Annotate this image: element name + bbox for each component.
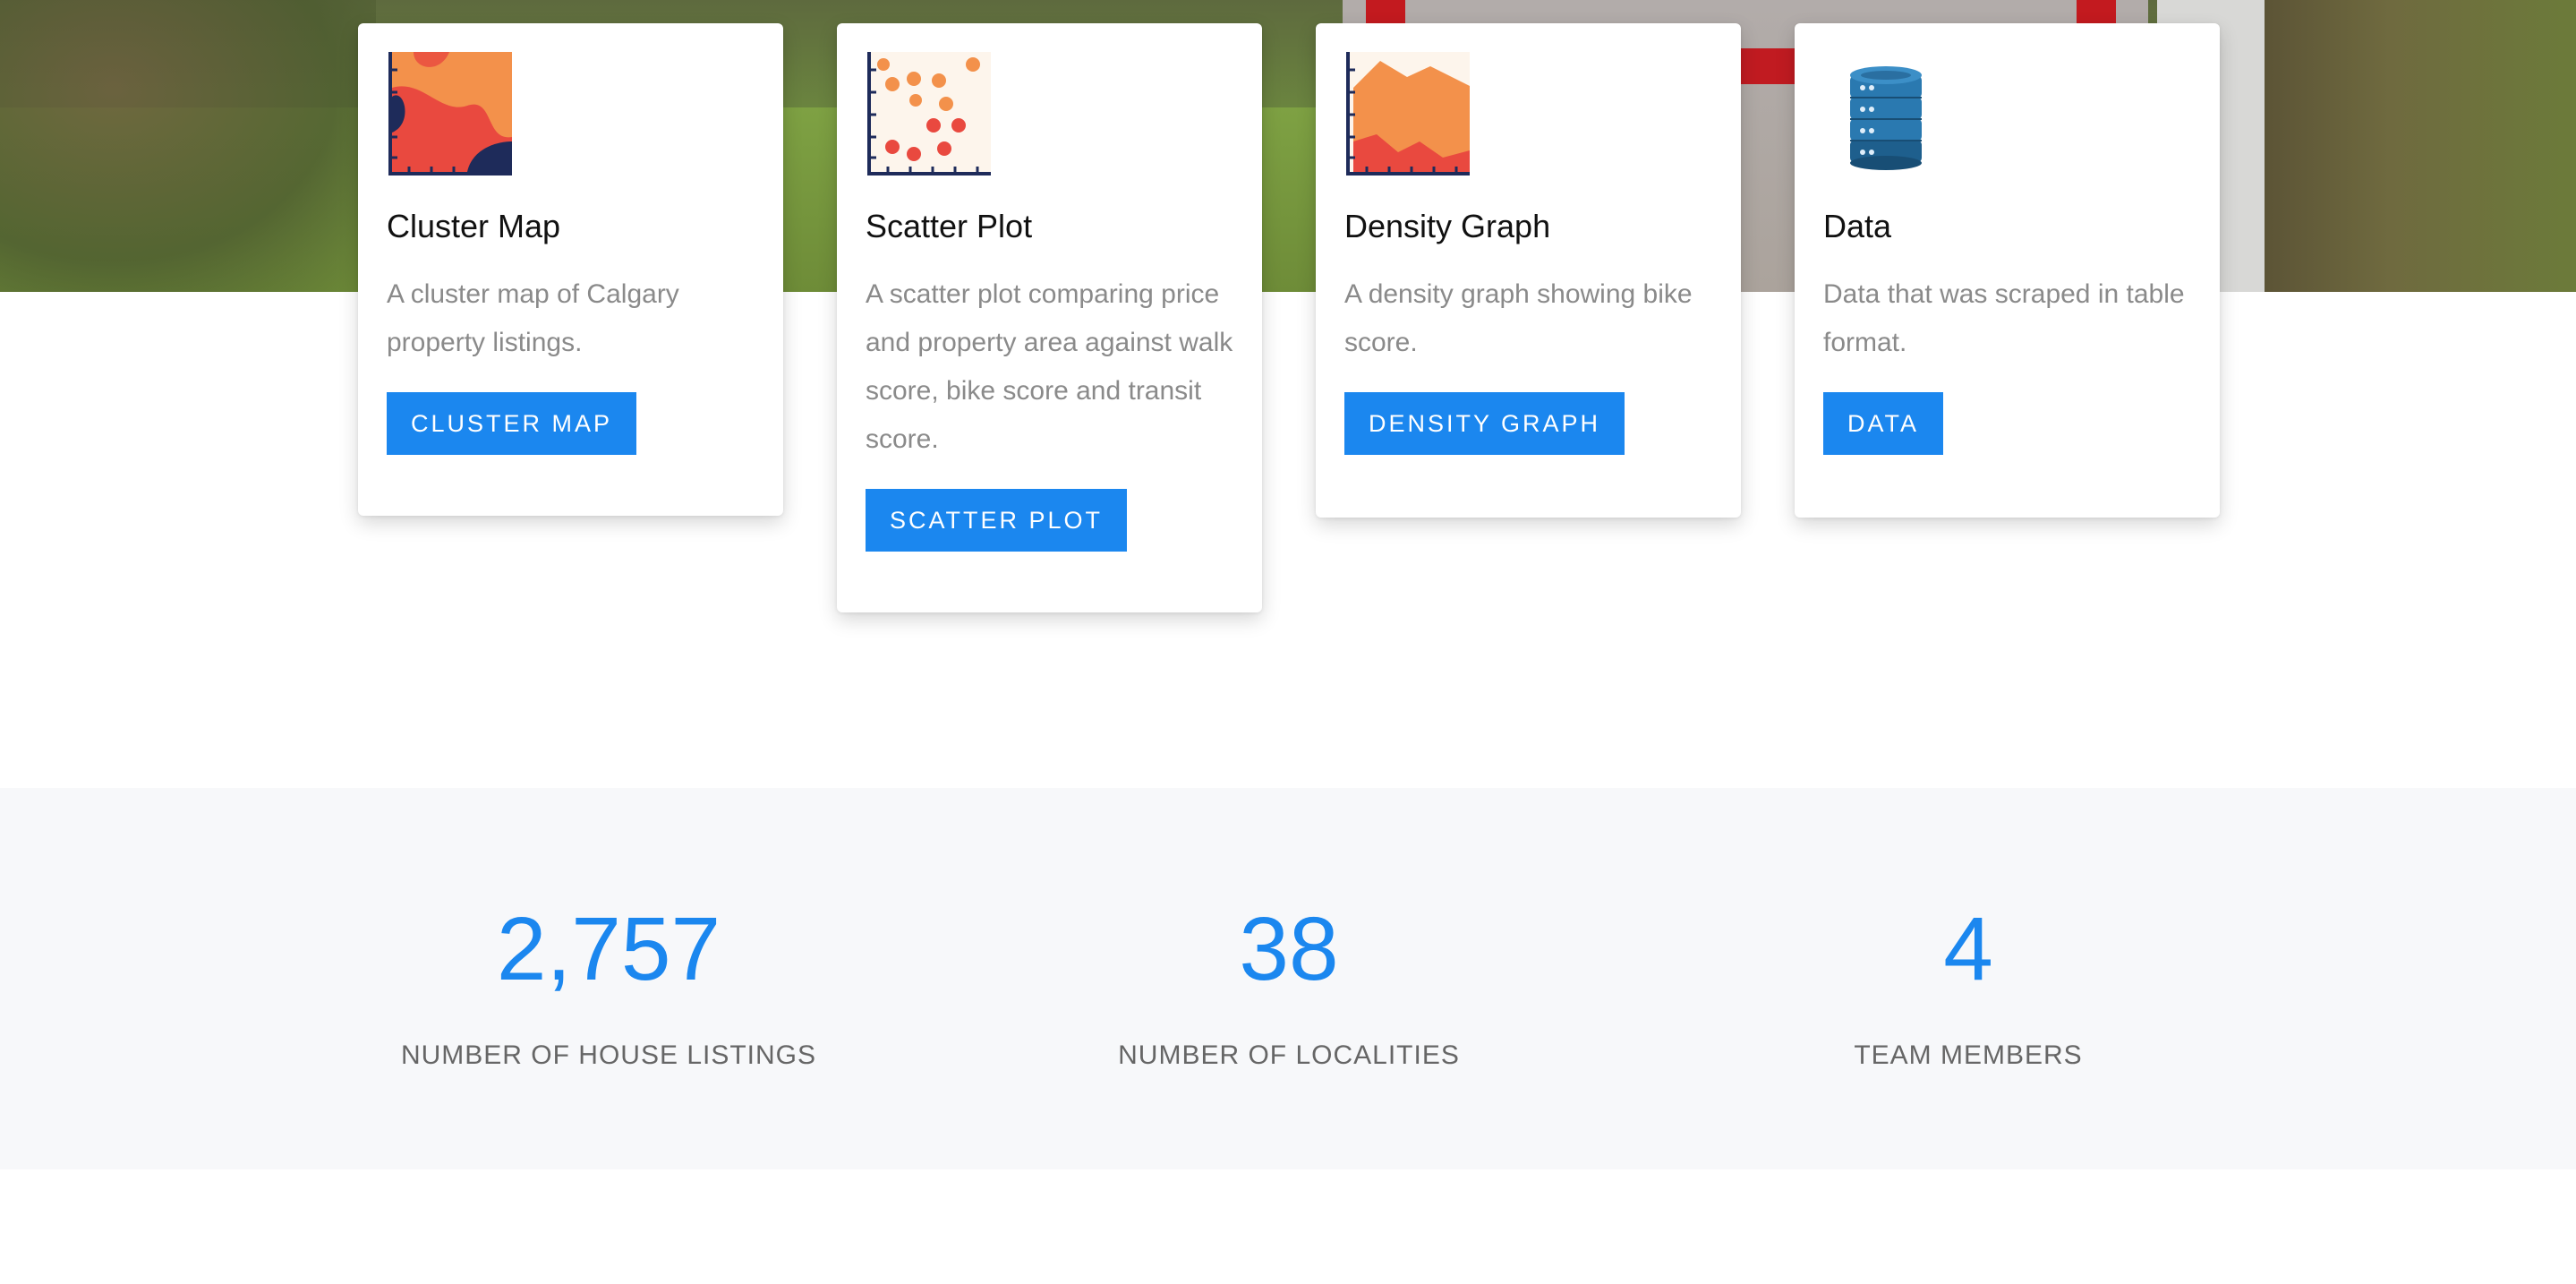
- card-description: A scatter plot comparing price and prope…: [866, 279, 1233, 454]
- card-scatter-plot: Scatter Plot A scatter plot comparing pr…: [837, 23, 1262, 612]
- hero-tree-blur: [0, 0, 376, 292]
- stat-value: 38: [1239, 899, 1339, 999]
- density-graph-button[interactable]: DENSITY GRAPH: [1344, 392, 1625, 455]
- stat-label: NUMBER OF HOUSE LISTINGS: [400, 1040, 817, 1070]
- card-title: Density Graph: [1344, 208, 1551, 244]
- card-description: Data that was scraped in table format.: [1823, 279, 2185, 357]
- scatter-plot-button[interactable]: SCATTER PLOT: [866, 489, 1128, 552]
- scatter-plot-icon: [866, 52, 991, 177]
- card-title: Data: [1823, 208, 1892, 244]
- database-icon: [1823, 52, 1949, 177]
- hero-right-foliage: [2265, 0, 2576, 292]
- stat-value: 4: [1943, 899, 1993, 999]
- stat-label: TEAM MEMBERS: [1854, 1040, 2083, 1070]
- cluster-map-button[interactable]: CLUSTER MAP: [387, 392, 637, 455]
- card-title: Scatter Plot: [866, 208, 1033, 244]
- cluster-map-icon: [387, 52, 512, 177]
- card-description: A cluster map of Calgary property listin…: [387, 279, 679, 357]
- card-description: A density graph showing bike score.: [1344, 279, 1693, 357]
- card-title: Cluster Map: [387, 208, 561, 244]
- card-density-graph: Density Graph A density graph showing bi…: [1316, 23, 1741, 518]
- card-cluster-map: Cluster Map A cluster map of Calgary pro…: [358, 23, 783, 516]
- stat-label: NUMBER OF LOCALITIES: [1118, 1040, 1460, 1070]
- density-graph-icon: [1344, 52, 1470, 177]
- data-button[interactable]: DATA: [1823, 392, 1944, 455]
- card-data: Data Data that was scraped in table form…: [1795, 23, 2220, 518]
- stat-value: 2,757: [496, 899, 721, 999]
- stats-section: 2,757 NUMBER OF HOUSE LISTINGS 38 NUMBER…: [0, 788, 2576, 1169]
